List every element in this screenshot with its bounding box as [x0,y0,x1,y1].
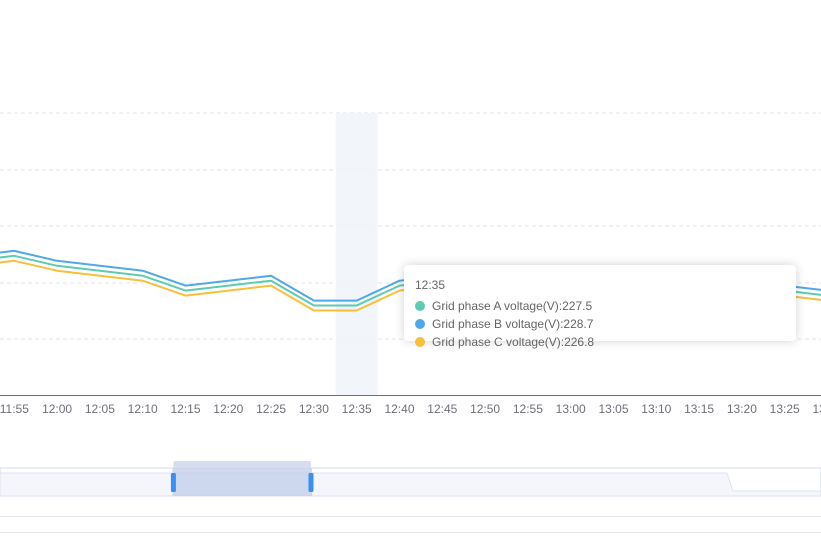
tooltip-items: Grid phase A voltage(V):227.5 Grid phase… [415,297,785,351]
x-tick-label: 13:30 [812,402,821,416]
zoom-start-handle[interactable] [170,473,176,492]
x-tick-label: 13:00 [556,402,586,416]
phase-c-dot-icon [415,337,425,347]
tooltip-item-phase-c: Grid phase C voltage(V):226.8 [415,333,594,351]
tooltip-item-phase-b: Grid phase B voltage(V):228.7 [415,315,593,333]
phase-a-dot-icon [415,301,425,311]
tooltip-time: 12:35 [415,278,446,292]
x-tick-label: 12:55 [513,402,543,416]
x-tick-label: 12:40 [384,402,414,416]
zoom-selected-range[interactable] [172,468,312,496]
x-tick-label: 12:25 [256,402,286,416]
x-tick-label: 13:10 [641,402,671,416]
chart-tooltip: 12:35 Grid phase A voltage(V):227.5 Grid… [404,265,796,349]
data-zoom-slider[interactable] [0,461,821,533]
tooltip-phase-a-value: 227.5 [562,299,593,313]
tooltip-phase-b-label: Grid phase B voltage(V) [432,317,561,331]
x-axis-ticks: 11:5011:5512:0012:0512:1012:1512:2012:25… [0,402,821,416]
x-tick-label: 12:05 [85,402,115,416]
x-tick-label: 13:05 [598,402,628,416]
zoom-data-shadow [0,472,821,497]
zoom-end-handle[interactable] [308,473,314,492]
x-tick-label: 12:30 [299,402,329,416]
x-tick-label: 12:35 [342,402,372,416]
x-tick-label: 11:55 [0,402,29,416]
tooltip-item-phase-a: Grid phase A voltage(V):227.5 [415,297,592,315]
x-tick-label: 12:15 [170,402,200,416]
hover-highlight-band [335,113,378,395]
tooltip-phase-c-value: 226.8 [564,335,595,349]
voltage-line-chart: 11:5011:5512:0012:0512:1012:1512:2012:25… [0,0,821,553]
x-tick-label: 13:20 [727,402,757,416]
tooltip-phase-b-value: 228.7 [563,317,594,331]
x-tick-label: 13:25 [770,402,800,416]
x-tick-label: 12:10 [128,402,158,416]
tooltip-phase-c-label: Grid phase C voltage(V) [432,335,561,349]
tooltip-phase-a-label: Grid phase A voltage(V) [432,299,559,313]
phase-b-dot-icon [415,319,425,329]
x-tick-label: 13:15 [684,402,714,416]
x-tick-label: 12:50 [470,402,500,416]
x-tick-label: 12:00 [42,402,72,416]
zoom-move-handle[interactable] [173,461,311,468]
x-tick-label: 12:20 [213,402,243,416]
x-tick-label: 12:45 [427,402,457,416]
